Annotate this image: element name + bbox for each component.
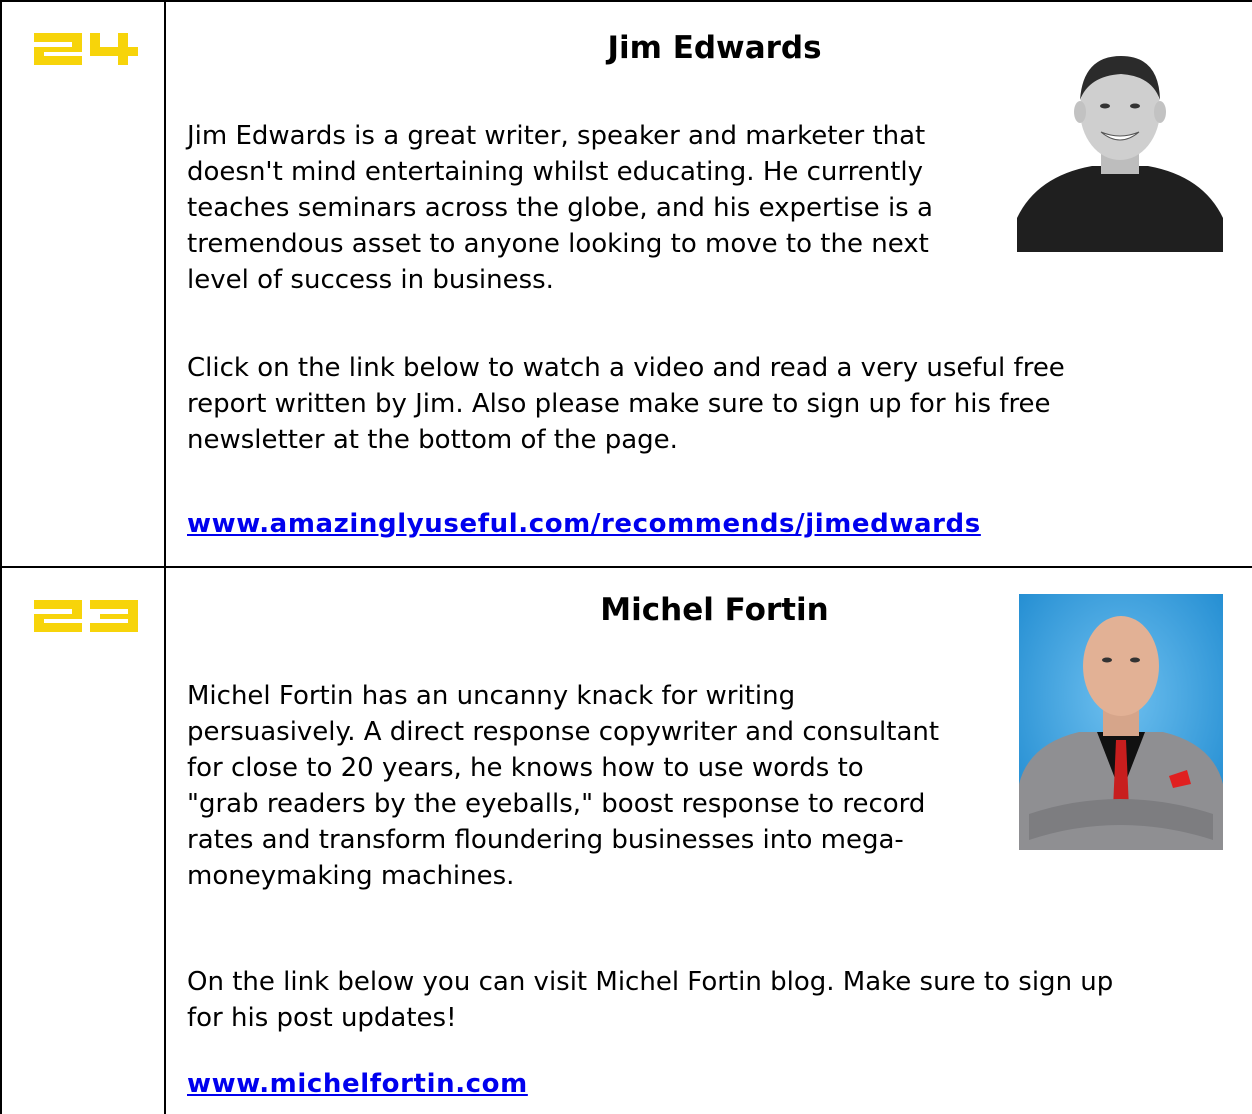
entry-michel-fortin: Michel Fortin Michel Fortin has an uncan… [187, 590, 1242, 1110]
entry-call-to-action: Click on the link below to watch a video… [187, 353, 1065, 455]
rank-23-graphic [34, 600, 138, 632]
rank-number-24: 24 [34, 33, 144, 73]
row-divider [0, 566, 1252, 568]
rank-number-23: 23 [34, 600, 144, 640]
column-divider [164, 0, 166, 1114]
jim-edwards-link[interactable]: www.amazinglyuseful.com/recommends/jimed… [187, 506, 981, 542]
table-border-left [0, 0, 2, 1114]
entry-jim-edwards: Jim Edwards Jim Edwards is a great write… [187, 28, 1242, 548]
jim-edwards-photo [1017, 48, 1223, 252]
table-border-top [0, 0, 1252, 2]
michel-fortin-link[interactable]: www.michelfortin.com [187, 1066, 528, 1102]
entry-bio: Jim Edwards is a great writer, speaker a… [187, 121, 933, 295]
michel-fortin-photo [1019, 594, 1223, 850]
entry-call-to-action: On the link below you can visit Michel F… [187, 967, 1114, 1033]
entry-bio: Michel Fortin has an uncanny knack for w… [187, 681, 940, 891]
rank-24-graphic [34, 33, 138, 65]
